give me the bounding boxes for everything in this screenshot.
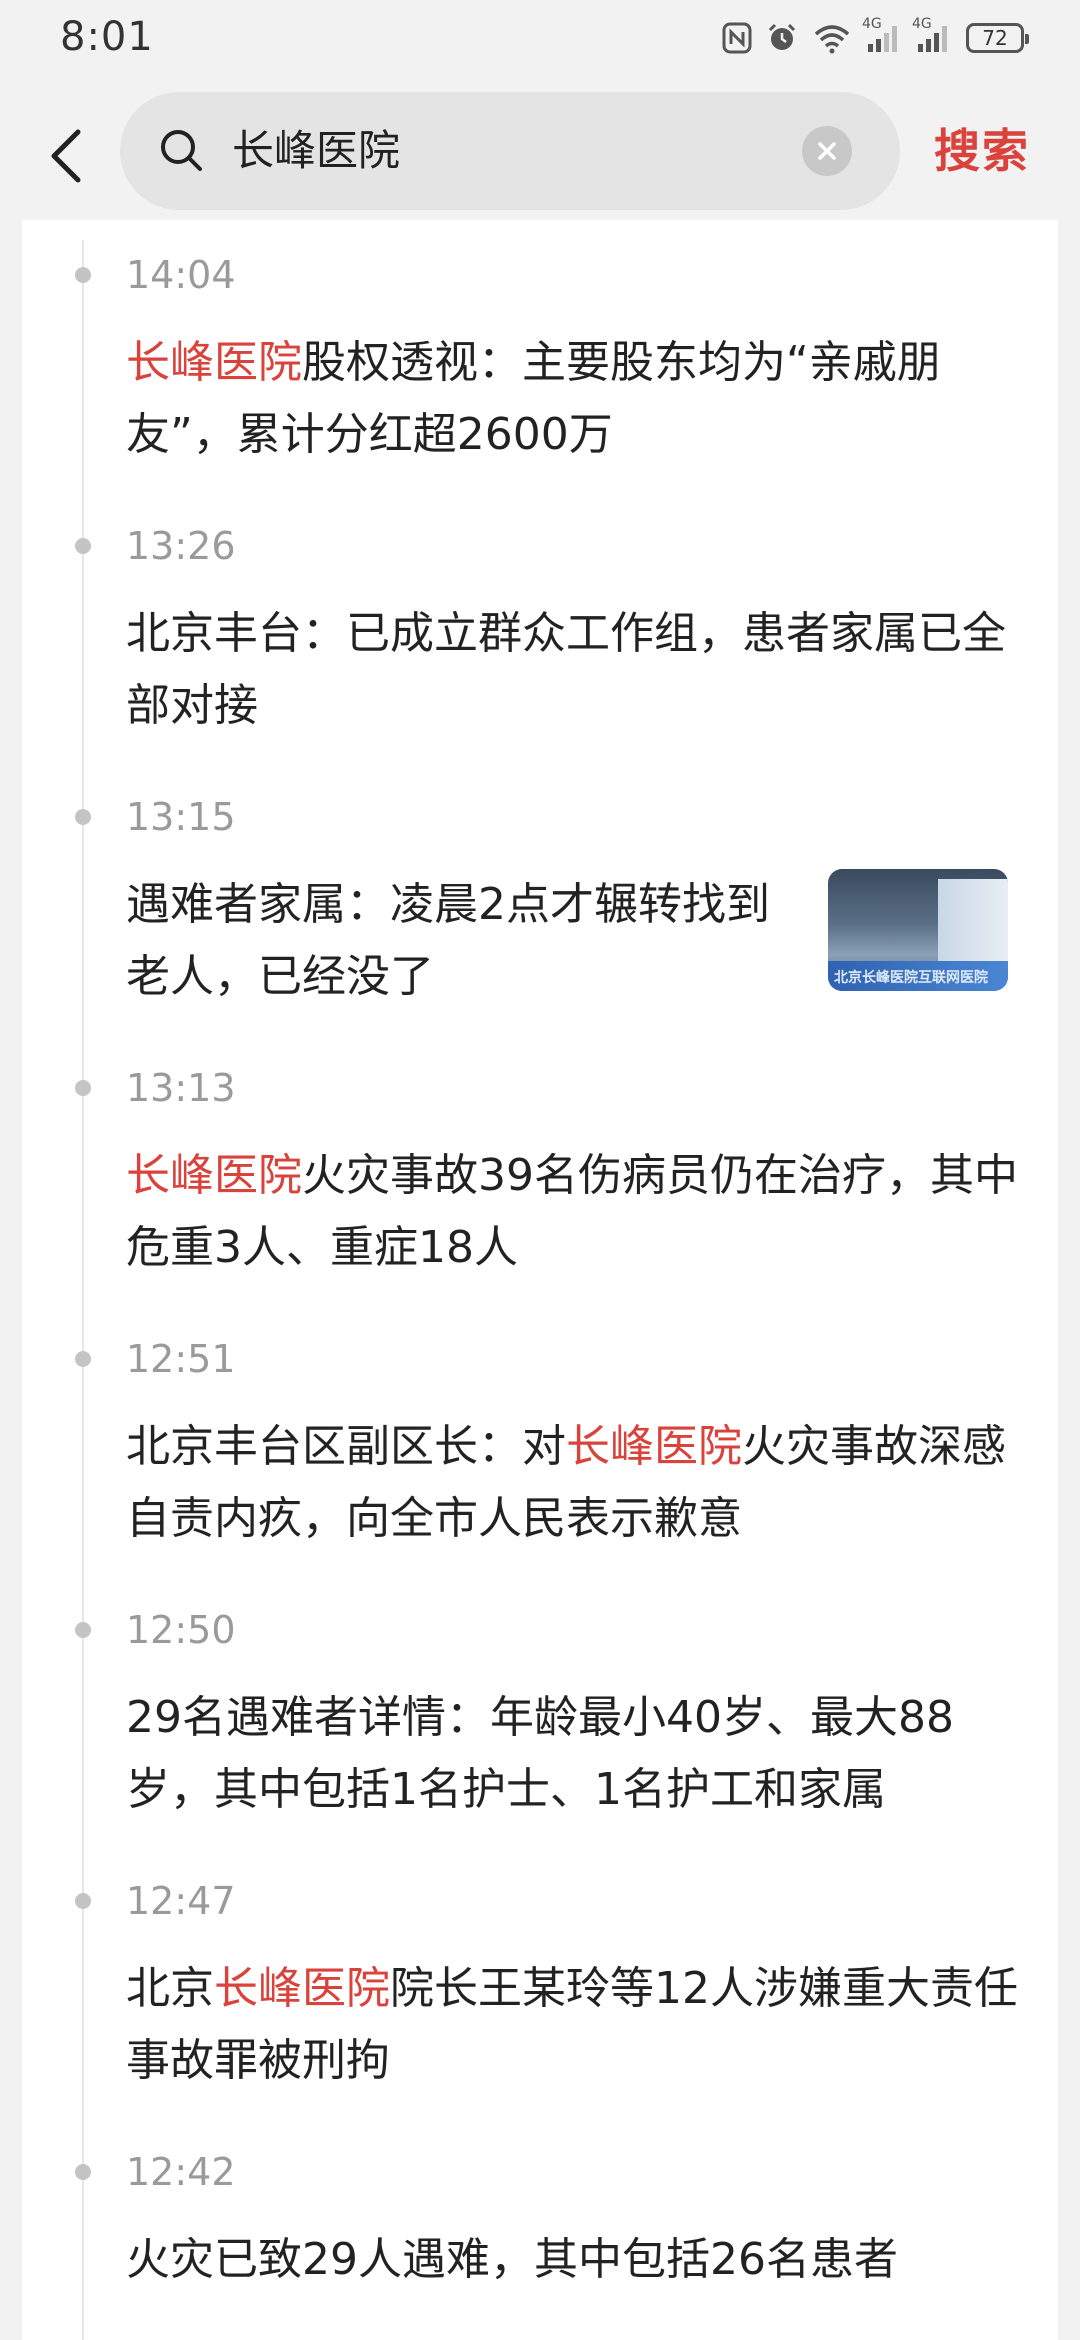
timeline-dot xyxy=(75,1351,91,1367)
news-time: 13:26 xyxy=(126,524,236,568)
title-text: 北京丰台：已成立群众工作组，患者家属已全部对接 xyxy=(126,608,1006,731)
news-item[interactable]: 13:15 遇难者家属：凌晨2点才辗转找到老人，已经没了北京长峰医院互联网医院 xyxy=(22,775,1058,1046)
close-icon xyxy=(818,142,836,160)
news-time: 12:50 xyxy=(126,1608,236,1652)
search-box[interactable] xyxy=(120,92,900,210)
thumbnail-banner: 北京长峰医院互联网医院 xyxy=(834,970,988,986)
battery-icon: 72 xyxy=(966,23,1029,53)
news-timeline: 14:04 长峰医院股权透视：主要股东均为“亲戚朋友”，累计分红超2600万 13:… xyxy=(22,220,1058,2340)
news-time: 12:47 xyxy=(126,1879,236,1923)
news-item[interactable]: 12:42 火灾已致29人遇难，其中包括26名患者 xyxy=(22,2130,1058,2340)
news-title[interactable]: 火灾已致29人遇难，其中包括26名患者 xyxy=(126,2224,1026,2296)
alarm-icon xyxy=(766,22,798,54)
search-button[interactable]: 搜索 xyxy=(934,80,1030,222)
title-text: 北京丰台区副区长：对 xyxy=(126,1421,566,1472)
news-title[interactable]: 北京长峰医院院长王某玲等12人涉嫌重大责任事故罪被刑拘 xyxy=(126,1953,1026,2097)
keyword-highlight: 长峰医院 xyxy=(126,337,302,388)
timeline-dot xyxy=(75,1080,91,1096)
news-item[interactable]: 13:26 北京丰台：已成立群众工作组，患者家属已全部对接 xyxy=(22,504,1058,775)
timeline-dot xyxy=(75,1622,91,1638)
news-time: 14:04 xyxy=(126,253,236,297)
news-time: 13:13 xyxy=(126,1066,236,1110)
timeline-dot xyxy=(75,267,91,283)
news-thumbnail[interactable]: 北京长峰医院互联网医院 xyxy=(828,869,1008,991)
signal-icon-2: 4G xyxy=(912,16,952,54)
timeline-dot xyxy=(75,538,91,554)
signal-icon-1: 4G xyxy=(862,16,902,54)
search-header: 搜索 xyxy=(0,80,1080,220)
news-time: 12:51 xyxy=(126,1337,236,1381)
news-item[interactable]: 13:13 长峰医院火灾事故39名伤病员仍在治疗，其中危重3人、重症18人 xyxy=(22,1046,1058,1317)
network-type-1: 4G xyxy=(862,16,882,32)
news-title[interactable]: 北京丰台区副区长：对长峰医院火灾事故深感自责内疚，向全市人民表示歉意 xyxy=(126,1411,1026,1555)
search-icon xyxy=(161,130,202,171)
title-text: 29名遇难者详情：年龄最小40岁、最大88岁，其中包括1名护士、1名护工和家属 xyxy=(126,1692,954,1815)
back-button[interactable] xyxy=(36,116,96,196)
wifi-icon xyxy=(812,22,852,54)
timeline-dot xyxy=(75,2164,91,2180)
news-item[interactable]: 14:04 长峰医院股权透视：主要股东均为“亲戚朋友”，累计分红超2600万 xyxy=(22,233,1058,504)
keyword-highlight: 长峰医院 xyxy=(214,1963,390,2014)
timeline-dot xyxy=(75,1893,91,1909)
clear-button[interactable] xyxy=(802,126,852,176)
status-icons: 4G 4G 72 xyxy=(722,16,1029,58)
battery-level: 72 xyxy=(982,26,1008,50)
nfc-icon xyxy=(722,22,752,54)
news-time: 13:15 xyxy=(126,795,236,839)
keyword-highlight: 长峰医院 xyxy=(126,1150,302,1201)
news-title[interactable]: 长峰医院火灾事故39名伤病员仍在治疗，其中危重3人、重症18人 xyxy=(126,1140,1026,1284)
title-text: 火灾已致29人遇难，其中包括26名患者 xyxy=(126,2234,898,2285)
news-title[interactable]: 长峰医院股权透视：主要股东均为“亲戚朋友”，累计分红超2600万 xyxy=(126,327,1026,471)
news-title[interactable]: 29名遇难者详情：年龄最小40岁、最大88岁，其中包括1名护士、1名护工和家属 xyxy=(126,1682,1026,1826)
chevron-left-icon xyxy=(51,129,81,183)
status-time: 8:01 xyxy=(60,14,154,60)
search-input[interactable] xyxy=(232,92,792,210)
news-item[interactable]: 12:51 北京丰台区副区长：对长峰医院火灾事故深感自责内疚，向全市人民表示歉意 xyxy=(22,1317,1058,1588)
network-type-2: 4G xyxy=(912,16,932,32)
news-title[interactable]: 遇难者家属：凌晨2点才辗转找到老人，已经没了 xyxy=(126,869,806,1013)
news-time: 12:42 xyxy=(126,2150,236,2194)
title-text: 北京 xyxy=(126,1963,214,2014)
news-title[interactable]: 北京丰台：已成立群众工作组，患者家属已全部对接 xyxy=(126,598,1026,742)
news-item[interactable]: 12:50 29名遇难者详情：年龄最小40岁、最大88岁，其中包括1名护士、1名护… xyxy=(22,1588,1058,1859)
thumbnail-wall xyxy=(938,879,1008,969)
keyword-highlight: 长峰医院 xyxy=(566,1421,742,1472)
status-bar: 8:01 4G 4G 72 xyxy=(0,0,1080,80)
title-text: 遇难者家属：凌晨2点才辗转找到老人，已经没了 xyxy=(126,879,770,1002)
news-item[interactable]: 12:47 北京长峰医院院长王某玲等12人涉嫌重大责任事故罪被刑拘 xyxy=(22,1859,1058,2130)
timeline-dot xyxy=(75,809,91,825)
